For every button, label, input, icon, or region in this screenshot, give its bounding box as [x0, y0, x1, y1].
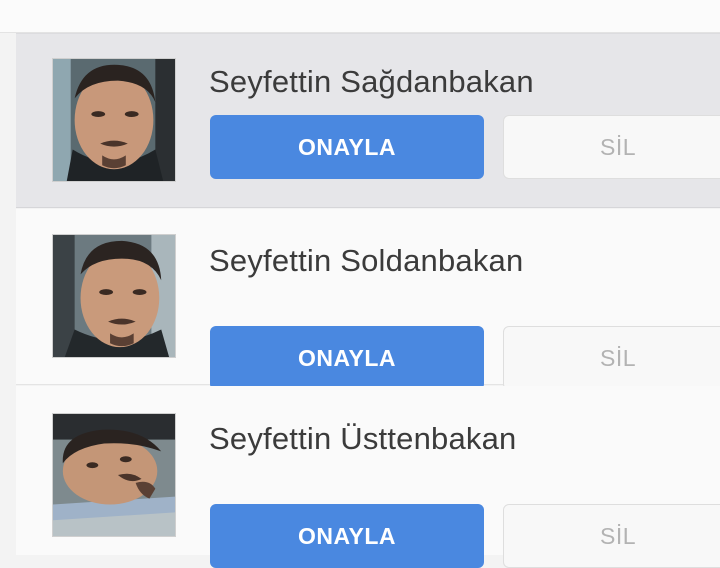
requester-name: Seyfettin Sağdanbakan	[209, 64, 534, 99]
delete-button[interactable]: SİL	[503, 115, 720, 179]
requester-name: Seyfettin Soldanbakan	[209, 243, 524, 278]
delete-button[interactable]: SİL	[503, 504, 720, 568]
friend-request-row: Seyfettin Üsttenbakan ONAYLA SİL	[16, 386, 720, 568]
profile-photo-icon[interactable]	[52, 58, 176, 182]
requester-name: Seyfettin Üsttenbakan	[209, 421, 517, 456]
profile-photo-icon[interactable]	[52, 234, 176, 358]
approve-button[interactable]: ONAYLA	[210, 115, 484, 179]
delete-button[interactable]: SİL	[503, 326, 720, 390]
friend-request-row: Seyfettin Soldanbakan ONAYLA SİL	[16, 209, 720, 390]
approve-button[interactable]: ONAYLA	[210, 504, 484, 568]
top-bar	[0, 0, 720, 33]
friend-request-row: Seyfettin Sağdanbakan ONAYLA SİL	[16, 33, 720, 208]
friend-request-list: Seyfettin Sağdanbakan ONAYLA SİL Seyfett…	[16, 33, 720, 568]
profile-photo-icon[interactable]	[52, 413, 176, 537]
approve-button[interactable]: ONAYLA	[210, 326, 484, 390]
